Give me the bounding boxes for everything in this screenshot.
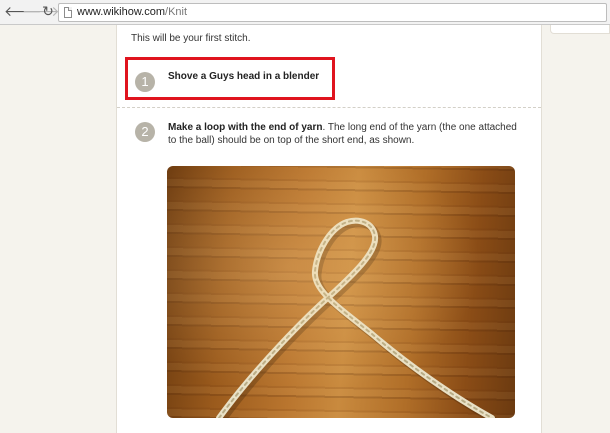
step-2-number-badge: 2 [135, 122, 155, 142]
back-arrow-icon[interactable]: 🡐 [4, 4, 42, 20]
yarn-loop-photo [167, 166, 515, 418]
url-host: www.wikihow.com [77, 6, 166, 18]
page-icon [64, 7, 72, 18]
address-bar[interactable]: www.wikihow.com/Knit [58, 3, 607, 22]
browser-toolbar: 🡐 🡒 ↻ www.wikihow.com/Knit [0, 0, 610, 25]
reload-icon[interactable]: ↻ [40, 4, 56, 20]
sidebar-tab [550, 25, 610, 34]
url-text: www.wikihow.com/Knit [77, 6, 187, 18]
step-2-bold-text: Make a loop with the end of yarn [168, 122, 323, 133]
forward-arrow-icon[interactable]: 🡒 [22, 4, 60, 20]
intro-text: This will be your first stitch. [131, 33, 251, 44]
yarn-loop-illustration [216, 217, 497, 418]
red-highlight-box [125, 57, 335, 100]
step-divider [117, 107, 541, 108]
url-path: /Knit [165, 6, 188, 18]
step-2-text: Make a loop with the end of yarn. The lo… [168, 121, 520, 147]
